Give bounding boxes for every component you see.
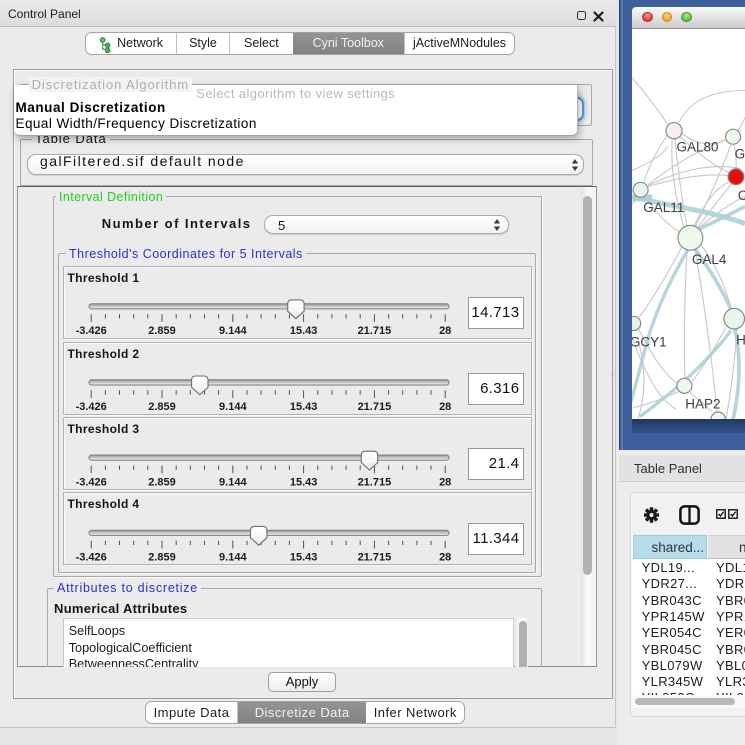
- svg-text:GAL11: GAL11: [643, 199, 684, 214]
- svg-text:15.43: 15.43: [290, 325, 318, 337]
- svg-text:28: 28: [439, 476, 451, 488]
- svg-text:21.715: 21.715: [358, 476, 392, 488]
- svg-text:21.715: 21.715: [358, 552, 392, 564]
- svg-text:GAL4: GAL4: [692, 252, 727, 267]
- svg-text:2.859: 2.859: [148, 401, 176, 413]
- svg-text:2.859: 2.859: [148, 552, 176, 564]
- svg-text:-3.426: -3.426: [76, 476, 107, 488]
- svg-text:21.715: 21.715: [358, 401, 392, 413]
- svg-text:2.859: 2.859: [148, 476, 176, 488]
- svg-text:9.144: 9.144: [219, 476, 247, 488]
- svg-text:9.144: 9.144: [219, 552, 247, 564]
- svg-text:9.144: 9.144: [219, 401, 247, 413]
- svg-text:28: 28: [439, 552, 451, 564]
- svg-text:HAP2: HAP2: [685, 396, 720, 411]
- svg-text:9.144: 9.144: [219, 325, 247, 337]
- svg-text:15.43: 15.43: [290, 552, 318, 564]
- svg-text:GCY1: GCY1: [632, 334, 667, 349]
- svg-text:CL: CL: [738, 187, 745, 202]
- svg-text:2.859: 2.859: [148, 325, 176, 337]
- svg-text:28: 28: [439, 401, 451, 413]
- svg-text:28: 28: [439, 325, 451, 337]
- svg-text:-3.426: -3.426: [76, 401, 107, 413]
- svg-text:GAL80: GAL80: [677, 139, 719, 154]
- svg-text:-3.426: -3.426: [76, 325, 107, 337]
- svg-text:21.715: 21.715: [358, 325, 392, 337]
- svg-text:HI: HI: [736, 332, 745, 347]
- svg-text:GA: GA: [735, 146, 745, 161]
- svg-text:-3.426: -3.426: [76, 552, 107, 564]
- svg-text:15.43: 15.43: [290, 476, 318, 488]
- svg-text:15.43: 15.43: [290, 401, 318, 413]
